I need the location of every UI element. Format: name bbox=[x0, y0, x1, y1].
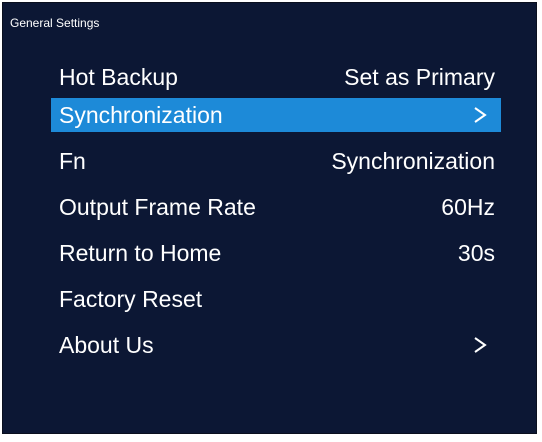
menu-item-value: Set as Primary bbox=[344, 64, 495, 90]
menu-item-label: Return to Home bbox=[59, 240, 222, 266]
menu-item-label: Output Frame Rate bbox=[59, 194, 256, 220]
menu-item-label: Fn bbox=[59, 148, 86, 174]
chevron-right-icon bbox=[473, 328, 489, 362]
menu-item-label: Hot Backup bbox=[59, 64, 178, 90]
settings-screen: General Settings Hot Backup Set as Prima… bbox=[2, 2, 537, 434]
menu-item-hot-backup[interactable]: Hot Backup Set as Primary bbox=[51, 60, 501, 94]
menu-item-factory-reset[interactable]: Factory Reset bbox=[51, 282, 501, 316]
menu-item-fn[interactable]: Fn Synchronization bbox=[51, 144, 501, 178]
menu-item-value: Synchronization bbox=[331, 148, 495, 174]
chevron-right-icon bbox=[473, 98, 489, 132]
menu-item-return-to-home[interactable]: Return to Home 30s bbox=[51, 236, 501, 270]
menu-item-value: 60Hz bbox=[441, 194, 495, 220]
menu-item-label: About Us bbox=[59, 332, 154, 358]
menu-item-output-frame-rate[interactable]: Output Frame Rate 60Hz bbox=[51, 190, 501, 224]
menu-item-label: Synchronization bbox=[59, 102, 223, 128]
menu-item-value: 30s bbox=[457, 240, 495, 266]
menu-item-about-us[interactable]: About Us bbox=[51, 328, 501, 362]
screen-title: General Settings bbox=[10, 16, 100, 30]
menu-item-synchronization[interactable]: Synchronization bbox=[51, 98, 501, 132]
menu-item-label: Factory Reset bbox=[59, 286, 203, 312]
